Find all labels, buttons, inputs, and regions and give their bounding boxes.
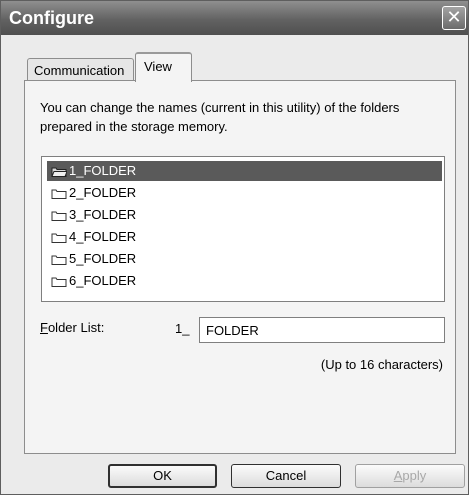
- list-item-label: 3_FOLDER: [69, 207, 137, 222]
- tab-communication-label: Communication: [34, 63, 125, 78]
- folder-list[interactable]: 1_FOLDER 2_FOLDER 3_FOLDER 4_FOLDER 5_FO…: [41, 156, 445, 302]
- list-item-folder-4[interactable]: 4_FOLDER: [47, 227, 442, 247]
- folder-list-label-text: older List:: [47, 320, 105, 335]
- list-item-label: 5_FOLDER: [69, 251, 137, 266]
- list-item-folder-3[interactable]: 3_FOLDER: [47, 205, 442, 225]
- title-bar[interactable]: Configure ✕: [1, 1, 468, 35]
- open-folder-icon: [51, 167, 67, 177]
- tab-view[interactable]: View: [135, 52, 192, 82]
- apply-button-text: pply: [402, 468, 427, 483]
- list-item-label: 1_FOLDER: [69, 163, 137, 178]
- cancel-button[interactable]: Cancel: [231, 464, 341, 488]
- list-item-folder-6[interactable]: 6_FOLDER: [47, 271, 442, 291]
- tab-communication[interactable]: Communication: [27, 58, 134, 80]
- configure-dialog: Configure ✕ Communication View You can c…: [0, 0, 469, 495]
- tab-view-label: View: [144, 59, 172, 74]
- folder-list-label: Folder List:: [40, 320, 104, 335]
- list-item-folder-2[interactable]: 2_FOLDER: [47, 183, 442, 203]
- close-button[interactable]: ✕: [442, 6, 466, 30]
- folder-icon: [51, 233, 67, 243]
- character-limit-hint: (Up to 16 characters): [320, 357, 443, 372]
- list-item-folder-5[interactable]: 5_FOLDER: [47, 249, 442, 269]
- folder-icon: [51, 277, 67, 287]
- ok-button[interactable]: OK: [108, 464, 217, 488]
- folder-name-input[interactable]: [199, 317, 445, 343]
- close-icon: ✕: [446, 7, 462, 27]
- folder-icon: [51, 211, 67, 221]
- list-item-folder-1[interactable]: 1_FOLDER: [47, 161, 442, 181]
- folder-icon: [51, 255, 67, 265]
- description-text: You can change the names (current in thi…: [40, 100, 400, 134]
- list-item-label: 2_FOLDER: [69, 185, 137, 200]
- window-title: Configure: [9, 8, 94, 28]
- folder-icon: [51, 189, 67, 199]
- folder-prefix: 1_: [175, 321, 190, 336]
- list-item-label: 6_FOLDER: [69, 273, 137, 288]
- apply-button[interactable]: Apply: [355, 464, 465, 488]
- folder-list-label-accel: F: [40, 320, 48, 335]
- list-item-label: 4_FOLDER: [69, 229, 137, 244]
